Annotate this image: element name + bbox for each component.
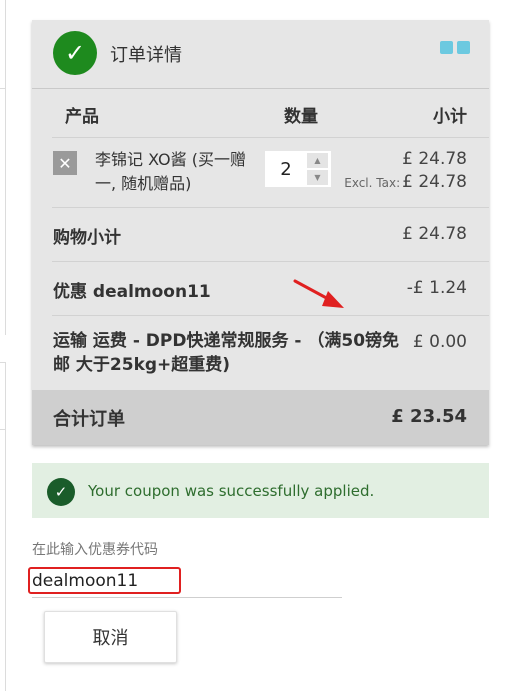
order-summary-panel: ✓ 订单详情 产品 数量 小计 ✕ 李锦记 XO酱 (买一赠一, 随机赠品) 2… [32,20,489,445]
row-divider [52,137,489,138]
shipping-label: 运输 运费 - DPD快递常规服务 - （满50镑免邮 大于25kg+超重费) [53,331,400,375]
grand-total-row: 合计订单 £ 23.54 [32,390,489,445]
remove-item-icon[interactable]: ✕ [53,151,77,175]
page-edge-bottom [0,362,6,691]
excl-tax-label: Excl. Tax: [344,176,401,190]
item-excl-tax: Excl. Tax: £ 24.78 [344,172,467,192]
shipping-value: £ 0.00 [412,332,467,352]
row-divider [52,315,489,316]
quantity-value[interactable]: 2 [265,151,307,187]
subtotal-label: 购物小计 [53,228,121,248]
grand-total-label: 合计订单 [53,409,125,430]
decrement-arrow-icon[interactable]: ▼ [307,170,328,185]
item-name: 李锦记 XO酱 (买一赠一, 随机赠品) [95,150,246,193]
quantity-stepper[interactable]: 2 ▲ ▼ [265,151,331,187]
success-message: Your coupon was successfully applied. [88,482,375,500]
quantity-spin-buttons: ▲ ▼ [307,151,331,187]
coupon-label: 在此输入优惠券代码 [32,542,158,558]
column-header-quantity: 数量 [284,107,318,127]
order-summary-header: ✓ 订单详情 [32,20,489,89]
page-edge-top [0,0,6,335]
coupon-input[interactable] [32,568,342,598]
column-header-product: 产品 [65,107,99,127]
header-squares-icon [440,41,470,54]
increment-arrow-icon[interactable]: ▲ [307,153,328,168]
check-icon: ✓ [53,31,97,75]
coupon-success-banner: ✓ Your coupon was successfully applied. [32,463,489,518]
order-summary-title: 订单详情 [110,45,182,66]
column-header-subtotal: 小计 [433,107,467,127]
discount-value: -£ 1.24 [406,278,467,298]
grand-total-value: £ 23.54 [391,406,467,427]
cancel-coupon-button[interactable]: 取消 [44,611,177,663]
excl-tax-price: £ 24.78 [402,172,467,192]
discount-label: 优惠 dealmoon11 [53,282,211,302]
subtotal-value: £ 24.78 [402,224,467,244]
item-price: £ 24.78 [402,149,467,169]
row-divider [52,207,489,208]
annotation-arrow-icon [293,279,344,308]
row-divider [52,261,489,262]
success-check-icon: ✓ [47,478,75,506]
